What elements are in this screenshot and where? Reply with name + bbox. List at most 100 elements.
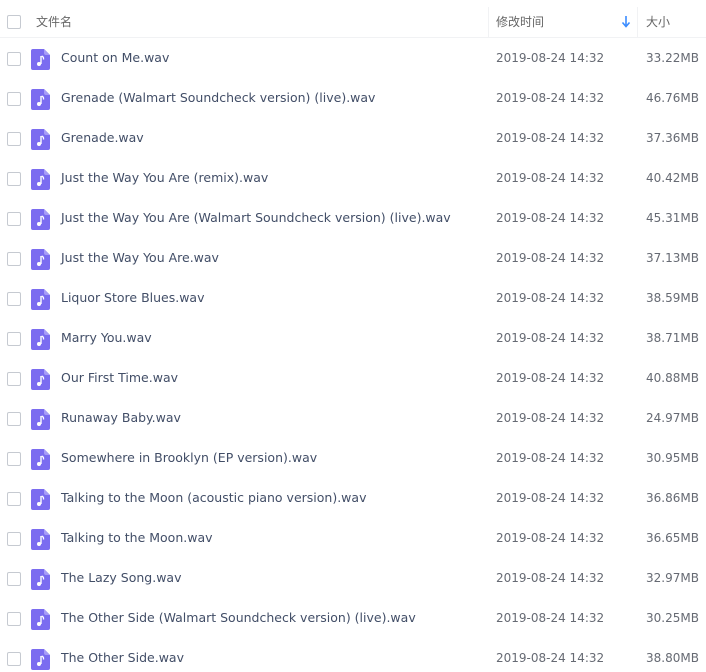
- music-file-icon: [31, 89, 50, 110]
- row-checkbox[interactable]: [7, 252, 21, 266]
- file-size: 38.80MB: [646, 651, 699, 665]
- file-row[interactable]: Grenade (Walmart Soundcheck version) (li…: [0, 78, 706, 118]
- file-name[interactable]: Our First Time.wav: [61, 358, 178, 398]
- file-size: 40.88MB: [646, 371, 699, 385]
- row-checkbox[interactable]: [7, 452, 21, 466]
- file-row[interactable]: Somewhere in Brooklyn (EP version).wav 20…: [0, 438, 706, 478]
- music-file-icon: [31, 569, 50, 590]
- row-checkbox[interactable]: [7, 572, 21, 586]
- file-size: 33.22MB: [646, 51, 699, 65]
- file-row[interactable]: The Other Side.wav 2019-08-24 14:32 38.80M…: [0, 638, 706, 672]
- file-modified-time: 2019-08-24 14:32: [496, 291, 605, 305]
- file-row[interactable]: Talking to the Moon.wav 2019-08-24 14:32 3…: [0, 518, 706, 558]
- file-size: 40.42MB: [646, 171, 699, 185]
- music-file-icon: [31, 329, 50, 350]
- music-file-icon: [31, 609, 50, 630]
- file-name[interactable]: Talking to the Moon (acoustic piano vers…: [61, 478, 366, 518]
- file-modified-time: 2019-08-24 14:32: [496, 451, 605, 465]
- arrow-down-icon[interactable]: [621, 15, 631, 29]
- file-list-header: 文件名 修改时间 大小: [0, 7, 706, 38]
- file-name[interactable]: Grenade (Walmart Soundcheck version) (li…: [61, 78, 375, 118]
- row-checkbox[interactable]: [7, 92, 21, 106]
- file-name[interactable]: Runaway Baby.wav: [61, 398, 181, 438]
- file-modified-time: 2019-08-24 14:32: [496, 491, 605, 505]
- file-row[interactable]: Just the Way You Are.wav 2019-08-24 14:32…: [0, 238, 706, 278]
- file-modified-time: 2019-08-24 14:32: [496, 211, 605, 225]
- music-file-icon: [31, 289, 50, 310]
- row-checkbox[interactable]: [7, 332, 21, 346]
- music-file-icon: [31, 369, 50, 390]
- file-modified-time: 2019-08-24 14:32: [496, 371, 605, 385]
- file-modified-time: 2019-08-24 14:32: [496, 131, 605, 145]
- row-checkbox[interactable]: [7, 292, 21, 306]
- music-file-icon: [31, 489, 50, 510]
- column-header-mtime[interactable]: 修改时间: [496, 7, 544, 37]
- file-size: 38.59MB: [646, 291, 699, 305]
- file-modified-time: 2019-08-24 14:32: [496, 51, 605, 65]
- row-checkbox[interactable]: [7, 212, 21, 226]
- file-size: 36.86MB: [646, 491, 699, 505]
- file-row[interactable]: The Lazy Song.wav 2019-08-24 14:32 32.97MB: [0, 558, 706, 598]
- row-checkbox[interactable]: [7, 412, 21, 426]
- file-name[interactable]: The Other Side.wav: [61, 638, 184, 672]
- file-size: 30.95MB: [646, 451, 699, 465]
- file-modified-time: 2019-08-24 14:32: [496, 651, 605, 665]
- file-name[interactable]: The Other Side (Walmart Soundcheck versi…: [61, 598, 416, 638]
- file-size: 37.36MB: [646, 131, 699, 145]
- column-header-size[interactable]: 大小: [646, 7, 670, 37]
- column-divider[interactable]: [488, 7, 489, 37]
- file-name[interactable]: Grenade.wav: [61, 118, 144, 158]
- row-checkbox[interactable]: [7, 52, 21, 66]
- file-name[interactable]: Marry You.wav: [61, 318, 152, 358]
- file-name[interactable]: Just the Way You Are (remix).wav: [61, 158, 268, 198]
- music-file-icon: [31, 409, 50, 430]
- select-all-checkbox[interactable]: [7, 15, 21, 29]
- file-row[interactable]: Talking to the Moon (acoustic piano vers…: [0, 478, 706, 518]
- file-row[interactable]: Just the Way You Are (remix).wav 2019-08-…: [0, 158, 706, 198]
- file-name[interactable]: The Lazy Song.wav: [61, 558, 181, 598]
- music-file-icon: [31, 49, 50, 70]
- file-name[interactable]: Talking to the Moon.wav: [61, 518, 213, 558]
- file-name[interactable]: Liquor Store Blues.wav: [61, 278, 205, 318]
- file-size: 38.71MB: [646, 331, 699, 345]
- row-checkbox[interactable]: [7, 652, 21, 666]
- row-checkbox[interactable]: [7, 532, 21, 546]
- file-name[interactable]: Just the Way You Are.wav: [61, 238, 219, 278]
- file-row[interactable]: Liquor Store Blues.wav 2019-08-24 14:32 38…: [0, 278, 706, 318]
- row-checkbox[interactable]: [7, 492, 21, 506]
- music-file-icon: [31, 649, 50, 670]
- file-size: 45.31MB: [646, 211, 699, 225]
- music-file-icon: [31, 249, 50, 270]
- file-modified-time: 2019-08-24 14:32: [496, 331, 605, 345]
- file-modified-time: 2019-08-24 14:32: [496, 531, 605, 545]
- file-row[interactable]: Marry You.wav 2019-08-24 14:32 38.71MB: [0, 318, 706, 358]
- file-row[interactable]: Our First Time.wav 2019-08-24 14:32 40.88M…: [0, 358, 706, 398]
- file-modified-time: 2019-08-24 14:32: [496, 571, 605, 585]
- file-modified-time: 2019-08-24 14:32: [496, 251, 605, 265]
- file-size: 46.76MB: [646, 91, 699, 105]
- file-size: 37.13MB: [646, 251, 699, 265]
- file-size: 30.25MB: [646, 611, 699, 625]
- row-checkbox[interactable]: [7, 372, 21, 386]
- file-row[interactable]: Runaway Baby.wav 2019-08-24 14:32 24.97MB: [0, 398, 706, 438]
- file-modified-time: 2019-08-24 14:32: [496, 611, 605, 625]
- file-modified-time: 2019-08-24 14:32: [496, 171, 605, 185]
- file-list: 文件名 修改时间 大小 Count on Me.wav 2019-08-24 14…: [0, 0, 706, 672]
- row-checkbox[interactable]: [7, 172, 21, 186]
- file-modified-time: 2019-08-24 14:32: [496, 411, 605, 425]
- file-name[interactable]: Somewhere in Brooklyn (EP version).wav: [61, 438, 317, 478]
- music-file-icon: [31, 169, 50, 190]
- file-name[interactable]: Just the Way You Are (Walmart Soundcheck…: [61, 198, 451, 238]
- file-row[interactable]: Grenade.wav 2019-08-24 14:32 37.36MB: [0, 118, 706, 158]
- column-divider[interactable]: [637, 7, 638, 37]
- file-size: 32.97MB: [646, 571, 699, 585]
- file-row[interactable]: Just the Way You Are (Walmart Soundcheck…: [0, 198, 706, 238]
- file-name[interactable]: Count on Me.wav: [61, 38, 169, 78]
- row-checkbox[interactable]: [7, 132, 21, 146]
- file-size: 36.65MB: [646, 531, 699, 545]
- column-header-name[interactable]: 文件名: [36, 7, 72, 37]
- file-row[interactable]: Count on Me.wav 2019-08-24 14:32 33.22MB: [0, 38, 706, 78]
- row-checkbox[interactable]: [7, 612, 21, 626]
- music-file-icon: [31, 529, 50, 550]
- file-row[interactable]: The Other Side (Walmart Soundcheck versi…: [0, 598, 706, 638]
